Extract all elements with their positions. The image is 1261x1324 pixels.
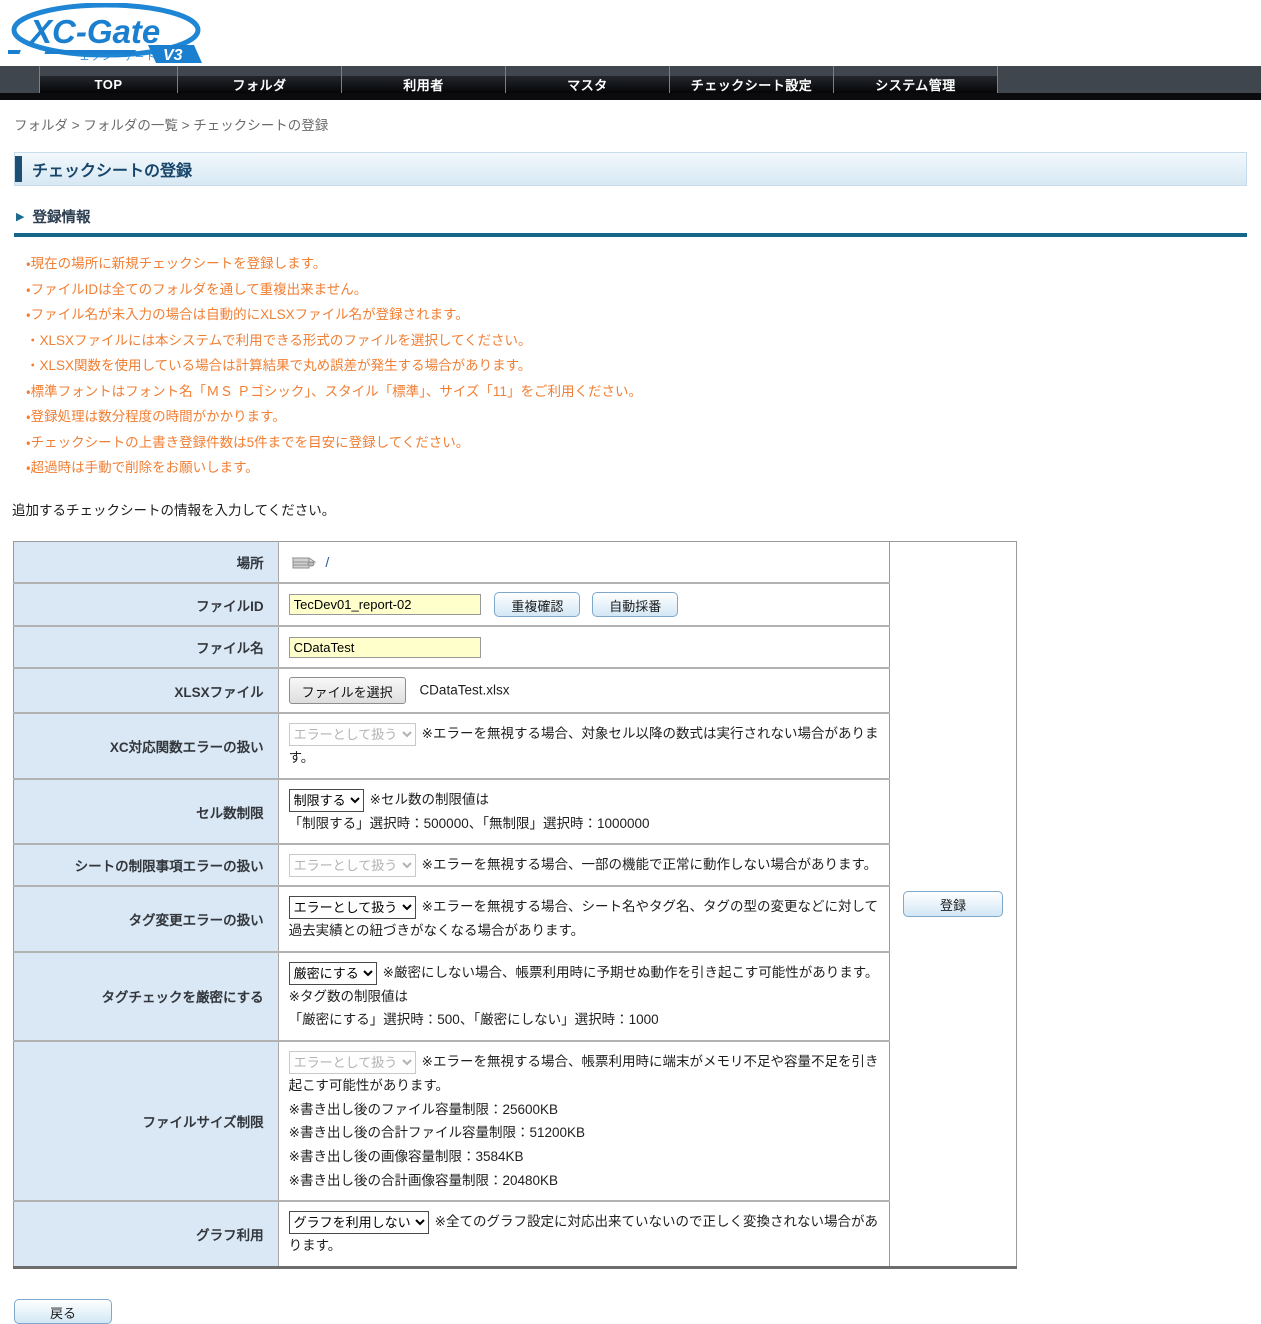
row-xlsx-file: XLSXファイル ファイルを選択 CDataTest.xlsx: [14, 668, 1017, 713]
row-tag-strict: タグチェックを厳密にする 厳密にする ※厳密にしない場合、帳票利用時に予期せぬ動…: [14, 952, 1017, 1041]
triangle-right-icon: ▶: [16, 210, 24, 223]
header: XC-Gate エクシーゲート V3: [0, 0, 1261, 66]
row-location: 場所 / 登録: [14, 541, 1017, 583]
choose-file-button[interactable]: ファイルを選択: [289, 677, 406, 704]
nav-item-folder[interactable]: フォルダ: [178, 66, 342, 93]
row-label: グラフ利用: [14, 1201, 279, 1267]
nav-item-checksheet-settings[interactable]: チェックシート設定: [670, 66, 834, 93]
size-limit-line: ※書き出し後の画像容量制限：3584KB: [289, 1145, 879, 1169]
back-button[interactable]: 戻る: [14, 1299, 112, 1324]
breadcrumb: フォルダ > フォルダの一覧 > チェックシートの登録: [14, 114, 1247, 134]
section-divider: [14, 233, 1247, 237]
file-id-input[interactable]: [289, 594, 481, 615]
section-header: ▶ 登録情報: [16, 206, 1247, 227]
note-line: ・ファイルIDは全てのフォルダを通して重複出来ません。: [26, 277, 1261, 303]
folder-drive-icon: [289, 552, 316, 572]
title-accent-bar: [15, 156, 22, 182]
note-line: ・チェックシートの上書き登録件数は5件までを目安に登録してください。: [26, 430, 1261, 456]
page-title: チェックシートの登録: [32, 157, 192, 181]
nav-item-label: チェックシート設定: [670, 76, 833, 93]
xc-gate-logo: XC-Gate エクシーゲート V3: [8, 3, 203, 65]
row-label: ファイルサイズ制限: [14, 1041, 279, 1201]
section-title: 登録情報: [32, 206, 90, 227]
row-label: ファイル名: [14, 626, 279, 668]
tag-strict-select[interactable]: 厳密にする: [289, 962, 377, 985]
row-file-name: ファイル名: [14, 626, 1017, 668]
row-graph-use: グラフ利用 グラフを利用しない ※全てのグラフ設定に対応出来ていないので正しく変…: [14, 1201, 1017, 1267]
row-file-id: ファイルID 重複確認 自動採番: [14, 583, 1017, 626]
row-label: XC対応関数エラーの扱い: [14, 713, 279, 779]
register-button[interactable]: 登録: [903, 891, 1003, 917]
auto-number-button[interactable]: 自動採番: [592, 592, 678, 617]
note-line: ・XLSXファイルには本システムで利用できる形式のファイルを選択してください。: [26, 328, 1261, 354]
size-limit-line: ※書き出し後のファイル容量制限：25600KB: [289, 1098, 879, 1122]
nav-item-label: TOP: [40, 76, 177, 93]
selected-file-name: CDataTest.xlsx: [419, 683, 509, 698]
row-cell-limit: セル数制限 制限する ※セル数の制限値は 「制限する」選択時：500000、「無…: [14, 779, 1017, 845]
nav-item-label: マスタ: [506, 76, 669, 93]
row-label: 場所: [14, 541, 279, 583]
nav-item-top[interactable]: TOP: [40, 66, 178, 93]
cell-limit-select[interactable]: 制限する: [289, 789, 364, 812]
field-note: ※厳密にしない場合、帳票利用時に予期せぬ動作を引き起こす可能性があります。※タグ…: [289, 965, 879, 1004]
submit-cell: 登録: [890, 541, 1017, 1267]
nav-item-system-admin[interactable]: システム管理: [834, 66, 998, 93]
note-line: ・超過時は手動で削除をお願いします。: [26, 455, 1261, 481]
tag-error-select[interactable]: エラーとして扱う: [289, 896, 416, 919]
graph-use-select[interactable]: グラフを利用しない: [289, 1211, 429, 1234]
file-size-error-select: エラーとして扱う: [289, 1051, 416, 1074]
size-limit-line: ※書き出し後の合計ファイル容量制限：51200KB: [289, 1121, 879, 1145]
note-line: ・XLSX関数を使用している場合は計算結果で丸め誤差が発生する場合があります。: [26, 353, 1261, 379]
size-limit-line: ※書き出し後の合計画像容量制限：20480KB: [289, 1169, 879, 1193]
nav-item-label: フォルダ: [178, 76, 341, 93]
row-label: タグチェックを厳密にする: [14, 952, 279, 1041]
row-label: セル数制限: [14, 779, 279, 845]
xc-error-select: エラーとして扱う: [289, 723, 416, 746]
row-label: タグ変更エラーの扱い: [14, 886, 279, 952]
logo-kana-text: エクシーゲート: [80, 51, 157, 62]
checksheet-form-table: 場所 / 登録 ファイルID 重複確認 自動採番 ファイル名: [13, 541, 1017, 1269]
nav-spacer: [0, 66, 40, 93]
row-label: ファイルID: [14, 583, 279, 626]
row-label: XLSXファイル: [14, 668, 279, 713]
nav-item-label: 利用者: [342, 76, 505, 93]
field-note-line2: 「厳密にする」選択時：500、「厳密にしない」選択時：1000: [289, 1008, 879, 1032]
duplicate-check-button[interactable]: 重複確認: [494, 592, 580, 617]
nav-fill: [998, 66, 1261, 93]
row-tag-change-error: タグ変更エラーの扱い エラーとして扱う ※エラーを無視する場合、シート名やタグ名…: [14, 886, 1017, 952]
note-line: ・標準フォントはフォント名「ＭＳ Ｐゴシック」、スタイル「標準」、サイズ「11」…: [26, 379, 1261, 405]
field-note: ※セル数の制限値は: [370, 792, 489, 807]
sheet-error-select: エラーとして扱う: [289, 854, 416, 877]
nav-item-master[interactable]: マスタ: [506, 66, 670, 93]
main-nav: TOP フォルダ 利用者 マスタ チェックシート設定 システム管理: [0, 66, 1261, 100]
logo-version-badge: V3: [163, 47, 183, 64]
logo-brand-text: XC-Gate: [28, 13, 160, 50]
row-xc-function-error: XC対応関数エラーの扱い エラーとして扱う ※エラーを無視する場合、対象セル以降…: [14, 713, 1017, 779]
row-sheet-restriction-error: シートの制限事項エラーの扱い エラーとして扱う ※エラーを無視する場合、一部の機…: [14, 844, 1017, 886]
location-root-link[interactable]: /: [325, 554, 329, 570]
note-line: ・現在の場所に新規チェックシートを登録します。: [26, 251, 1261, 277]
form-instruction: 追加するチェックシートの情報を入力してください。: [12, 499, 1261, 519]
nav-item-label: システム管理: [834, 76, 997, 93]
field-note-line2: 「制限する」選択時：500000、「無制限」選択時：1000000: [289, 812, 879, 836]
nav-item-users[interactable]: 利用者: [342, 66, 506, 93]
note-line: ・登録処理は数分程度の時間がかかります。: [26, 404, 1261, 430]
note-line: ・ファイル名が未入力の場合は自動的にXLSXファイル名が登録されます。: [26, 302, 1261, 328]
row-file-size-limit: ファイルサイズ制限 エラーとして扱う ※エラーを無視する場合、帳票利用時に端末が…: [14, 1041, 1017, 1201]
row-label: シートの制限事項エラーの扱い: [14, 844, 279, 886]
notes-list: ・現在の場所に新規チェックシートを登録します。 ・ファイルIDは全てのフォルダを…: [26, 251, 1261, 481]
field-note: ※エラーを無視する場合、一部の機能で正常に動作しない場合があります。: [422, 857, 877, 872]
page-title-bar: チェックシートの登録: [14, 152, 1247, 186]
file-name-input[interactable]: [289, 637, 481, 658]
